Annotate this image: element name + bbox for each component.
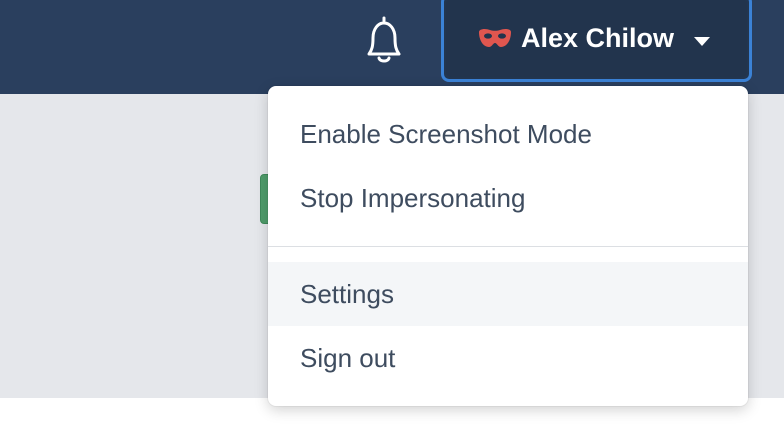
menu-item-stop-impersonating[interactable]: Stop Impersonating <box>268 166 748 230</box>
user-name-label: Alex Chilow <box>521 23 675 53</box>
user-dropdown-menu: Enable Screenshot Mode Stop Impersonatin… <box>268 86 748 406</box>
caret-down-icon <box>694 34 710 46</box>
app-page: Alex Chilow Enable Screenshot Mode Stop … <box>0 0 784 426</box>
menu-divider <box>268 246 748 247</box>
impersonation-mask-icon <box>477 28 513 48</box>
menu-item-sign-out[interactable]: Sign out <box>268 326 748 390</box>
bell-icon <box>367 16 401 63</box>
caret-down-icon-shape <box>694 37 710 46</box>
menu-item-enable-screenshot-mode[interactable]: Enable Screenshot Mode <box>268 102 748 166</box>
menu-item-settings[interactable]: Settings <box>268 262 748 326</box>
mask-icon <box>479 28 511 47</box>
notifications-bell-icon[interactable] <box>360 14 408 66</box>
